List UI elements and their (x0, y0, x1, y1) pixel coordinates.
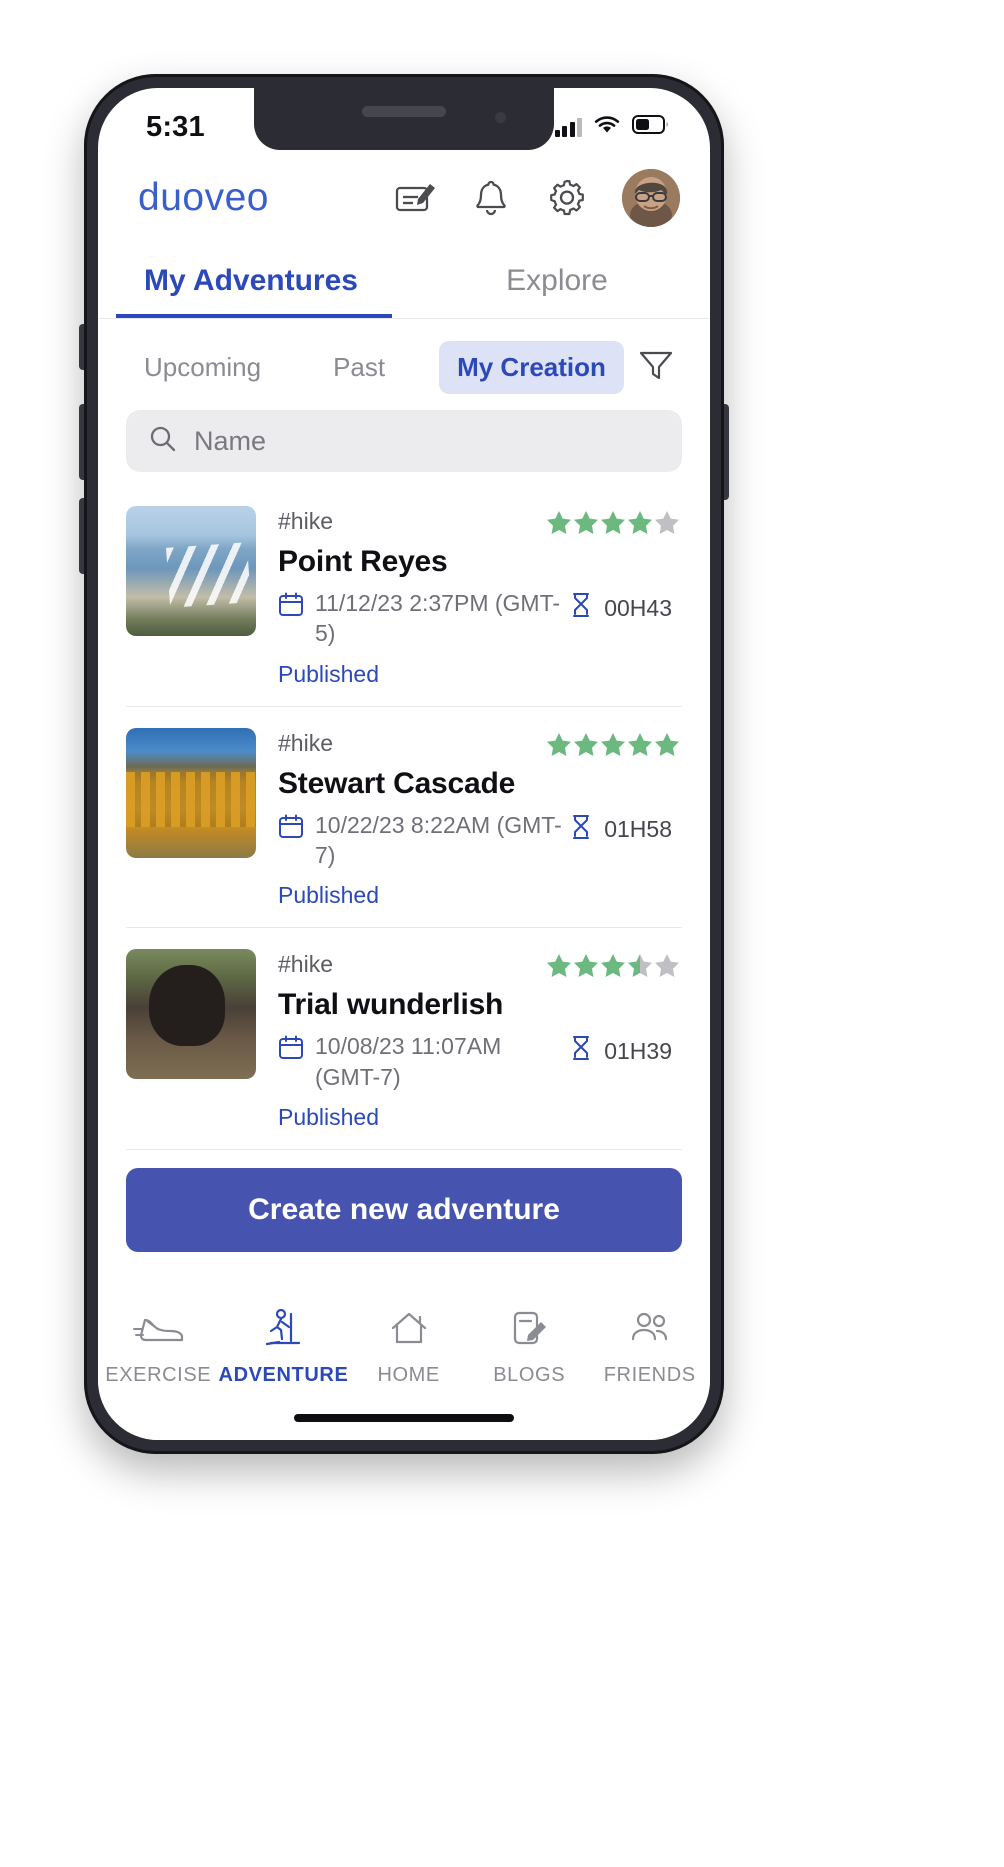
main-tabs: My Adventures Explore (98, 246, 710, 318)
adventure-meta: 10/08/23 11:07AM (GMT-7) 01H39 (278, 1031, 682, 1092)
search-section: Name (98, 408, 710, 472)
hourglass-icon (570, 1035, 592, 1067)
calendar-icon (278, 810, 304, 847)
adventure-duration: 00H43 (570, 588, 682, 624)
rating-stars (546, 508, 682, 538)
note-pencil-icon (503, 1308, 555, 1355)
chip-past[interactable]: Past (315, 341, 403, 394)
nav-label: BLOGS (493, 1364, 566, 1386)
tab-explore[interactable]: Explore (404, 252, 710, 318)
adventure-status[interactable]: Published (278, 882, 682, 909)
adventure-top-row: #hike (278, 951, 682, 981)
create-new-adventure-button[interactable]: Create new adventure (126, 1168, 682, 1253)
chip-my-creation[interactable]: My Creation (439, 341, 624, 394)
adventure-thumbnail (126, 949, 256, 1080)
adventure-top-row: #hike (278, 730, 682, 760)
nav-item-exercise[interactable]: EXERCISE (98, 1308, 219, 1387)
adventure-status[interactable]: Published (278, 1104, 682, 1131)
adventure-details: #hike Stewart Cascade 10/22/23 8:22AM (G… (278, 728, 682, 910)
adventure-meta: 10/22/23 8:22AM (GMT-7) 01H58 (278, 810, 682, 871)
adventure-card[interactable]: #hike Stewart Cascade 10/22/23 8:22AM (G… (98, 705, 710, 928)
hourglass-icon (570, 814, 592, 846)
cellular-signal-icon (554, 117, 582, 137)
calendar-icon (278, 1031, 304, 1068)
thumbnail-art (165, 542, 251, 608)
adventure-thumbnail (126, 727, 256, 858)
thumbnail-art (126, 771, 256, 827)
adventure-duration-text: 01H58 (604, 816, 672, 843)
shoe-icon (132, 1308, 184, 1355)
status-time: 5:31 (146, 110, 205, 143)
tab-my-adventures[interactable]: My Adventures (98, 252, 404, 318)
volume-down-button[interactable] (79, 498, 84, 574)
house-icon (383, 1308, 435, 1355)
phone-screen: 5:31 duoveo My Adventures Explore Upcomi… (98, 88, 710, 1440)
search-icon (148, 424, 178, 459)
filter-chip-row: Upcoming Past My Creation (98, 319, 710, 408)
adventure-duration-text: 01H39 (604, 1037, 672, 1064)
nav-item-blogs[interactable]: BLOGS (469, 1308, 590, 1387)
adventure-date-text: 10/08/23 11:07AM (GMT-7) (315, 1033, 502, 1090)
hourglass-icon (570, 592, 592, 624)
adventure-date-text: 10/22/23 8:22AM (GMT-7) (315, 811, 562, 869)
adventure-card[interactable]: #hike Trial wunderlish 10/08/23 11:07AM … (98, 927, 710, 1149)
header-actions (394, 169, 680, 227)
search-input[interactable]: Name (126, 410, 682, 472)
thumbnail-art (149, 965, 225, 1046)
adventure-card[interactable]: #hike Point Reyes 11/12/23 2:37PM (GMT-5… (98, 484, 710, 706)
list-end-divider (126, 1149, 682, 1151)
home-indicator (294, 1414, 514, 1422)
status-indicators (554, 114, 671, 140)
nav-label: FRIENDS (603, 1364, 696, 1386)
adventure-thumbnail (126, 506, 256, 636)
adventure-details: #hike Trial wunderlish 10/08/23 11:07AM … (278, 949, 682, 1131)
adventure-title[interactable]: Trial wunderlish (278, 988, 682, 1022)
adventure-tag[interactable]: #hike (278, 951, 333, 978)
calendar-icon (278, 588, 304, 625)
adventure-title[interactable]: Stewart Cascade (278, 767, 682, 801)
wifi-icon (593, 114, 621, 140)
nav-item-friends[interactable]: FRIENDS (589, 1308, 710, 1387)
adventure-tag[interactable]: #hike (278, 730, 333, 757)
adventure-duration-text: 00H43 (604, 594, 672, 621)
adventure-date: 10/22/23 8:22AM (GMT-7) (278, 810, 570, 871)
adventure-list: #hike Point Reyes 11/12/23 2:37PM (GMT-5… (98, 472, 710, 1151)
nav-item-home[interactable]: HOME (348, 1308, 469, 1387)
nav-label: HOME (377, 1364, 440, 1386)
adventure-status[interactable]: Published (278, 661, 682, 688)
adventure-date-text: 11/12/23 2:37PM (GMT-5) (315, 590, 561, 647)
avatar[interactable] (622, 169, 680, 227)
app-header: duoveo (98, 150, 710, 246)
funnel-filter-icon[interactable] (636, 345, 676, 390)
nav-item-adventure[interactable]: ADVENTURE (219, 1308, 349, 1387)
chip-upcoming[interactable]: Upcoming (126, 341, 279, 394)
battery-icon (632, 115, 670, 139)
people-icon (624, 1308, 676, 1355)
brand-logo[interactable]: duoveo (138, 176, 269, 220)
volume-up-button[interactable] (79, 404, 84, 480)
adventure-details: #hike Point Reyes 11/12/23 2:37PM (GMT-5… (278, 506, 682, 688)
phone-frame: 5:31 duoveo My Adventures Explore Upcomi… (79, 74, 729, 1454)
adventure-date: 11/12/23 2:37PM (GMT-5) (278, 588, 570, 649)
adventure-duration: 01H58 (570, 810, 682, 846)
cta-section: Create new adventure (98, 1150, 710, 1253)
bottom-navigation: EXERCISE ADVENTURE HOME BLOGS FRIENDS (98, 1292, 710, 1440)
adventure-top-row: #hike (278, 508, 682, 538)
adventure-meta: 11/12/23 2:37PM (GMT-5) 00H43 (278, 588, 682, 649)
rating-stars (546, 951, 682, 981)
nav-label: ADVENTURE (218, 1364, 349, 1386)
search-placeholder: Name (194, 425, 267, 456)
status-bar: 5:31 (98, 88, 710, 150)
adventure-title[interactable]: Point Reyes (278, 545, 682, 579)
active-tab-underline (116, 314, 392, 318)
gear-icon[interactable] (546, 177, 588, 219)
rating-stars (546, 730, 682, 760)
adventure-date: 10/08/23 11:07AM (GMT-7) (278, 1031, 570, 1092)
bell-icon[interactable] (470, 177, 512, 219)
hiker-icon (257, 1308, 309, 1355)
compose-icon[interactable] (394, 177, 436, 219)
adventure-tag[interactable]: #hike (278, 508, 333, 535)
adventure-duration: 01H39 (570, 1031, 682, 1067)
nav-label: EXERCISE (105, 1364, 212, 1386)
